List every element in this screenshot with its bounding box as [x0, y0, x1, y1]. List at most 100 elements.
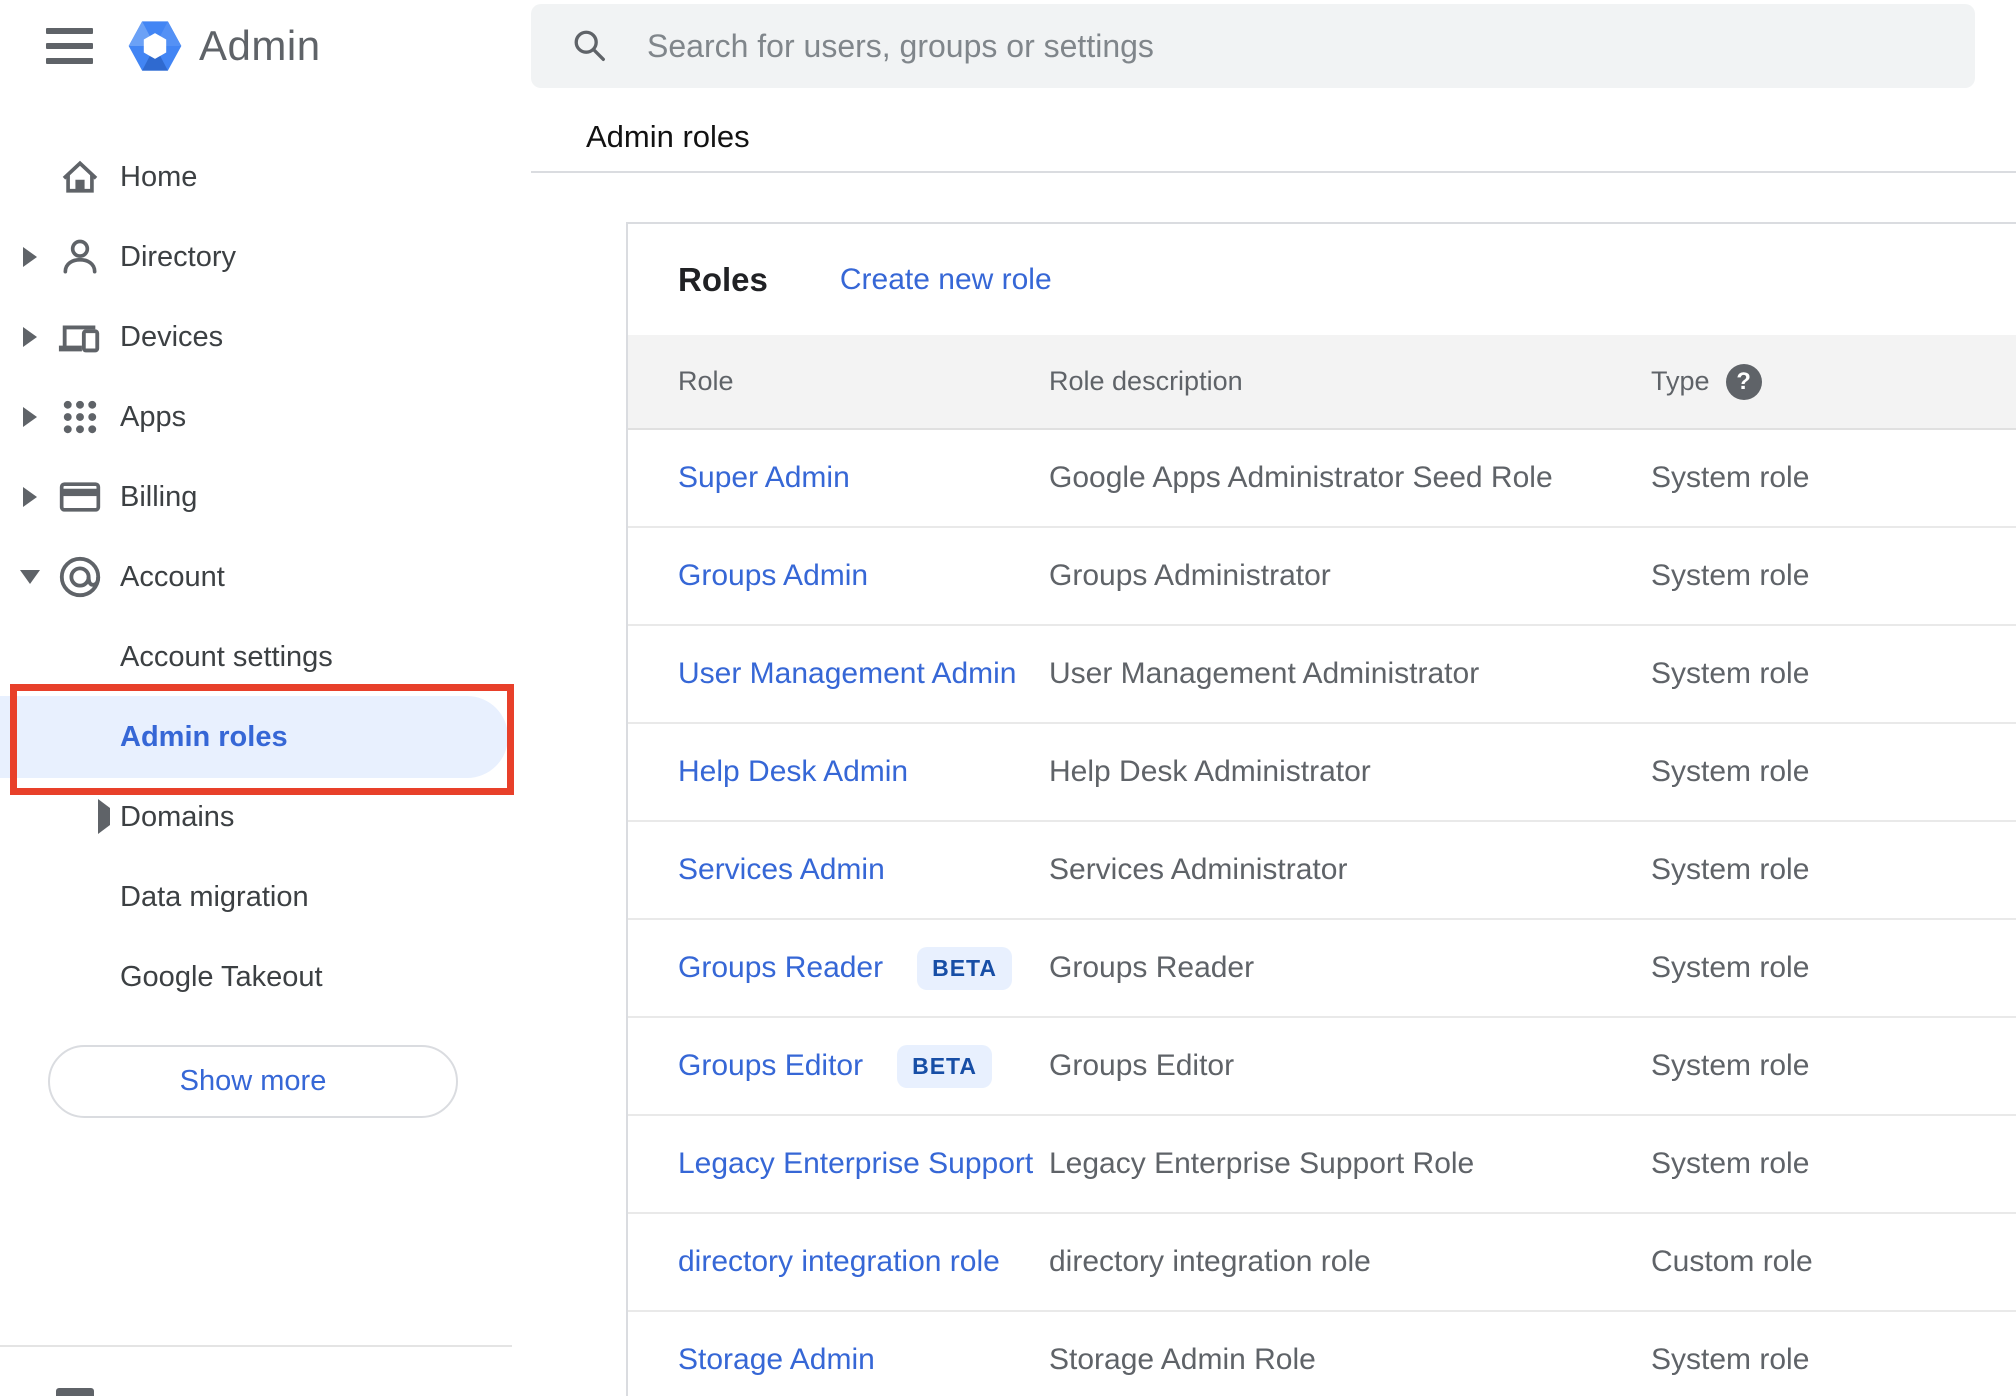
sidebar-item-label: Domains	[120, 800, 235, 833]
table-header-row: Role Role description Type ?	[628, 335, 2016, 430]
search-input[interactable]: Search for users, groups or settings	[531, 4, 1975, 88]
column-header-type-label: Type	[1651, 366, 1710, 396]
role-link[interactable]: Groups Editor	[678, 1049, 863, 1083]
table-row: Groups Admin Groups Administrator System…	[628, 528, 2016, 626]
role-link[interactable]: User Management Admin	[678, 657, 1017, 691]
role-type: System role	[1651, 853, 1810, 886]
role-link[interactable]: Storage Admin	[678, 1343, 875, 1377]
role-description: Services Administrator	[1049, 853, 1348, 886]
sidebar-item-label: Directory	[120, 240, 237, 273]
admin-console-page: Admin Home Directory Devices Apps Billin…	[0, 0, 2016, 1396]
table-row: Services Admin Services Administrator Sy…	[628, 822, 2016, 920]
table-row: Help Desk Admin Help Desk Administrator …	[628, 724, 2016, 822]
google-admin-logo: Admin	[127, 17, 321, 75]
apps-grid-icon	[56, 393, 104, 441]
search-icon	[571, 27, 609, 65]
devices-icon	[56, 313, 104, 361]
beta-badge: BETA	[917, 946, 1013, 990]
role-type: System role	[1651, 657, 1810, 690]
role-link[interactable]: Services Admin	[678, 853, 885, 887]
sidebar-divider	[0, 1345, 512, 1347]
chevron-right-icon[interactable]	[18, 407, 42, 427]
sidebar-item-admin-roles[interactable]: Admin roles	[0, 696, 508, 778]
chevron-right-icon[interactable]	[18, 247, 42, 267]
role-description: Help Desk Administrator	[1049, 755, 1371, 788]
sidebar-item-data-migration[interactable]: Data migration	[0, 857, 512, 937]
role-description: Groups Reader	[1049, 951, 1255, 984]
main-content: Search for users, groups or settings Adm…	[512, 0, 2016, 1396]
sidebar-item-account-settings[interactable]: Account settings	[0, 617, 512, 697]
role-type: System role	[1651, 559, 1810, 592]
role-link[interactable]: Groups Admin	[678, 559, 868, 593]
sidebar-item-label: Apps	[120, 400, 187, 433]
at-sign-icon	[56, 553, 104, 601]
roles-panel-header: Roles Create new role	[628, 224, 2016, 335]
column-header-description: Role description	[1049, 366, 1243, 396]
role-link[interactable]: directory integration role	[678, 1245, 1000, 1279]
table-row: User Management Admin User Management Ad…	[628, 626, 2016, 724]
panel-title: Roles	[678, 260, 768, 298]
role-type: Custom role	[1651, 1245, 1813, 1278]
hamburger-menu-icon[interactable]	[46, 28, 93, 64]
sidebar-item-apps[interactable]: Apps	[0, 377, 512, 457]
create-new-role-link[interactable]: Create new role	[840, 263, 1052, 297]
role-link[interactable]: Legacy Enterprise Support	[678, 1147, 1033, 1181]
role-link[interactable]: Super Admin	[678, 461, 850, 495]
table-row: directory integration role directory int…	[628, 1214, 2016, 1312]
sidebar-item-label: Devices	[120, 320, 224, 353]
sidebar-item-label: Data migration	[120, 880, 309, 913]
role-type: System role	[1651, 1343, 1810, 1376]
sidebar-item-account[interactable]: Account	[0, 537, 512, 617]
app-title: Admin	[199, 22, 321, 69]
partial-bottom-icon	[56, 1388, 94, 1396]
sidebar: Admin Home Directory Devices Apps Billin…	[0, 0, 514, 1396]
sidebar-item-home[interactable]: Home	[0, 137, 512, 217]
role-type: System role	[1651, 1147, 1810, 1180]
role-type: System role	[1651, 1049, 1810, 1082]
home-icon	[56, 153, 104, 201]
breadcrumb: Admin roles	[586, 119, 750, 154]
sidebar-item-label: Account settings	[120, 640, 333, 673]
show-more-button[interactable]: Show more	[48, 1045, 458, 1118]
role-type: System role	[1651, 951, 1810, 984]
column-header-role: Role	[678, 366, 734, 396]
role-type: System role	[1651, 755, 1810, 788]
role-description: Storage Admin Role	[1049, 1343, 1316, 1376]
table-row: Super Admin Google Apps Administrator Se…	[628, 430, 2016, 528]
chevron-right-icon[interactable]	[18, 327, 42, 347]
role-link[interactable]: Groups Reader	[678, 951, 883, 985]
chevron-down-icon[interactable]	[18, 570, 42, 584]
admin-hexagon-icon	[128, 21, 182, 71]
sidebar-item-label: Admin roles	[120, 721, 288, 753]
role-link[interactable]: Help Desk Admin	[678, 755, 908, 789]
sidebar-item-devices[interactable]: Devices	[0, 297, 512, 377]
table-row: Groups Editor BETA Groups Editor System …	[628, 1018, 2016, 1116]
sidebar-item-directory[interactable]: Directory	[0, 217, 512, 297]
sidebar-item-google-takeout[interactable]: Google Takeout	[0, 937, 512, 1017]
sidebar-item-label: Billing	[120, 480, 198, 513]
role-description: directory integration role	[1049, 1245, 1371, 1278]
role-description: Groups Editor	[1049, 1049, 1235, 1082]
role-type: System role	[1651, 461, 1810, 494]
person-icon	[56, 233, 104, 281]
role-description: Legacy Enterprise Support Role	[1049, 1147, 1475, 1180]
chevron-right-icon[interactable]	[98, 799, 110, 834]
sidebar-item-label: Google Takeout	[120, 960, 323, 993]
role-description: User Management Administrator	[1049, 657, 1480, 690]
chevron-right-icon[interactable]	[18, 487, 42, 507]
role-description: Google Apps Administrator Seed Role	[1049, 461, 1553, 494]
divider	[531, 171, 2016, 173]
sidebar-item-label: Home	[120, 160, 198, 193]
credit-card-icon	[56, 473, 104, 521]
table-row: Storage Admin Storage Admin Role System …	[628, 1312, 2016, 1396]
column-header-type: Type ?	[1651, 363, 2016, 400]
help-icon[interactable]: ?	[1725, 363, 1762, 400]
sidebar-item-billing[interactable]: Billing	[0, 457, 512, 537]
roles-panel: Roles Create new role Role Role descript…	[626, 222, 2016, 1396]
sidebar-item-domains[interactable]: Domains	[0, 777, 512, 857]
search-placeholder: Search for users, groups or settings	[647, 27, 1154, 64]
sidebar-header: Admin	[0, 0, 512, 92]
role-description: Groups Administrator	[1049, 559, 1331, 592]
table-row: Groups Reader BETA Groups Reader System …	[628, 920, 2016, 1018]
beta-badge: BETA	[897, 1044, 992, 1088]
